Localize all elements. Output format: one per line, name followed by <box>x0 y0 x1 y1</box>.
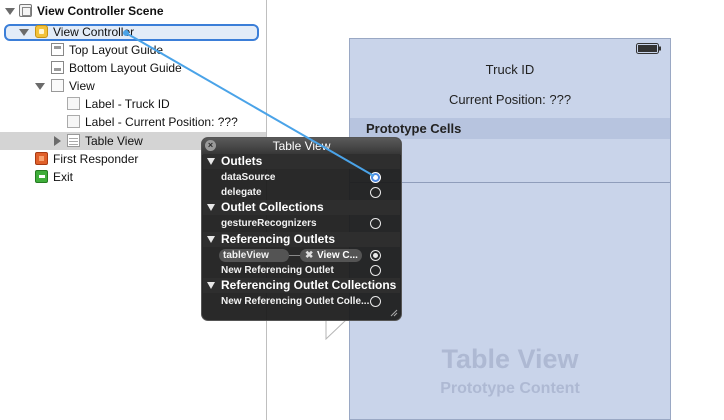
view-controller-icon <box>35 25 48 38</box>
outline-item-label-truck-id[interactable]: Label - Truck ID <box>0 95 266 113</box>
outline-item-top-layout-guide[interactable]: Top Layout Guide <box>0 41 266 59</box>
empty-circle-icon[interactable] <box>370 218 381 229</box>
resize-grip-icon[interactable] <box>390 309 398 317</box>
truck-id-label[interactable]: Truck ID <box>349 62 671 77</box>
prototype-cells-header: Prototype Cells <box>350 118 670 139</box>
outline-item-label: View Controller Scene <box>37 4 164 18</box>
close-icon[interactable]: × <box>205 140 216 151</box>
section-referencing-outlets[interactable]: Referencing Outlets <box>203 232 400 247</box>
section-outlet-collections[interactable]: Outlet Collections <box>203 200 400 215</box>
outline-item-label: Exit <box>53 170 74 184</box>
table-view-watermark: Table View <box>441 344 579 374</box>
view-icon <box>51 79 64 92</box>
hud-title: Table View <box>202 138 401 155</box>
prototype-cells-label: Prototype Cells <box>366 121 462 136</box>
label-icon <box>67 97 80 110</box>
section-label: Referencing Outlet Collections <box>221 278 397 292</box>
outline-item-label: Bottom Layout Guide <box>69 61 182 75</box>
remove-connection-icon[interactable]: ✖ <box>305 248 313 263</box>
outlet-gesture-recognizers[interactable]: gestureRecognizers <box>203 216 400 231</box>
outlet-label: New Referencing Outlet <box>221 265 334 276</box>
outline-item-label: Label - Truck ID <box>85 97 170 111</box>
disclosure-down-icon[interactable] <box>5 8 15 15</box>
scene-icon <box>19 4 32 17</box>
disclosure-down-icon[interactable] <box>207 204 215 211</box>
outline-item-bottom-layout-guide[interactable]: Bottom Layout Guide <box>0 59 266 77</box>
section-label: Outlet Collections <box>221 200 324 214</box>
disclosure-down-icon[interactable] <box>35 83 45 90</box>
section-label: Outlets <box>221 154 263 168</box>
outlet-label: gestureRecognizers <box>221 218 317 229</box>
new-referencing-outlet-collection[interactable]: New Referencing Outlet Colle... <box>203 294 400 309</box>
new-referencing-outlet[interactable]: New Referencing Outlet <box>203 263 400 278</box>
disclosure-down-icon[interactable] <box>207 236 215 243</box>
empty-circle-icon[interactable] <box>370 187 381 198</box>
outline-item-label: View Controller <box>53 25 135 39</box>
outline-item-label: Table View <box>85 134 143 148</box>
current-position-label[interactable]: Current Position: ??? <box>349 92 671 107</box>
empty-circle-icon[interactable] <box>370 265 381 276</box>
outlet-delegate[interactable]: delegate <box>203 185 400 200</box>
outline-item-label-current-position[interactable]: Label - Current Position: ??? <box>0 113 266 131</box>
outlet-label: delegate <box>221 187 262 198</box>
connected-circle-icon[interactable] <box>370 172 381 183</box>
disclosure-down-icon[interactable] <box>19 29 29 36</box>
outline-item-label: View <box>69 79 95 93</box>
battery-icon <box>636 43 661 54</box>
connection-dash <box>289 255 300 256</box>
empty-circle-icon[interactable] <box>370 296 381 307</box>
layout-guide-icon <box>51 43 64 56</box>
outlet-label: tableView <box>223 250 269 261</box>
outline-item-view-controller[interactable]: View Controller <box>0 23 266 41</box>
outlet-datasource[interactable]: dataSource <box>203 170 400 185</box>
outline-item-view[interactable]: View <box>0 77 266 95</box>
section-outlets[interactable]: Outlets <box>203 154 400 169</box>
outline-item-view-controller-scene[interactable]: View Controller Scene <box>0 2 266 20</box>
layout-guide-icon <box>51 61 64 74</box>
outlet-label: New Referencing Outlet Colle... <box>221 296 370 307</box>
outlet-label: dataSource <box>221 172 276 183</box>
connected-circle-icon[interactable] <box>370 250 381 261</box>
disclosure-right-icon[interactable] <box>54 136 61 146</box>
section-referencing-outlet-collections[interactable]: Referencing Outlet Collections <box>203 278 400 293</box>
section-label: Referencing Outlets <box>221 232 336 246</box>
prototype-content-watermark: Prototype Content <box>440 380 580 397</box>
outline-item-label: Label - Current Position: ??? <box>85 115 238 129</box>
connection-target-label: View C... <box>317 250 358 261</box>
first-responder-icon <box>35 152 48 165</box>
connections-hud: Table View × Outlets dataSource delegate… <box>201 137 402 321</box>
exit-icon <box>35 170 48 183</box>
table-view-icon <box>67 134 80 147</box>
outlet-tableview[interactable]: tableView ✖ View C... <box>203 248 400 263</box>
label-icon <box>67 115 80 128</box>
hud-callout-arrow <box>325 320 347 340</box>
outline-item-label: Top Layout Guide <box>69 43 164 57</box>
outline-item-label: First Responder <box>53 152 139 166</box>
disclosure-down-icon[interactable] <box>207 282 215 289</box>
disclosure-down-icon[interactable] <box>207 158 215 165</box>
